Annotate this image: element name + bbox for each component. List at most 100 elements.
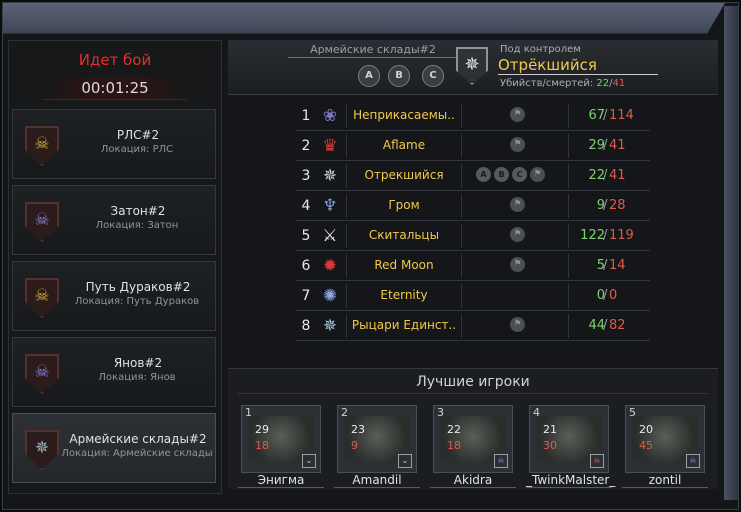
clan-name: Red Moon: [374, 258, 434, 272]
location-name: Армейские склады#2: [69, 432, 207, 446]
battles-panel: Идет бой 00:01:25 ☠ РЛС#2 Локация: РЛС ☠ Зат…: [8, 40, 222, 494]
clan-score: 29/41: [568, 134, 649, 158]
clan-shield: ☠: [25, 126, 59, 166]
clan-shield: ☠: [25, 278, 59, 318]
skull-icon: ☠: [34, 362, 50, 382]
player-name[interactable]: Amandil: [334, 473, 420, 488]
clan-rank: 2: [301, 138, 311, 154]
clan-row[interactable]: 5 ⚔ Скитальцы ⚑ 122/119: [296, 222, 650, 251]
point-c-icon: C: [422, 65, 444, 87]
clan-row[interactable]: 1 ❀ Неприкасаемы.. ⚑ 67/114: [296, 102, 650, 131]
battle-location-item[interactable]: ☠ Затон#2 Локация: Затон: [12, 185, 216, 255]
clan-rank: 4: [301, 198, 311, 214]
point-c-icon: C: [512, 167, 527, 182]
player-name[interactable]: _TwinkMalster_: [526, 473, 615, 488]
skull-icon: ☠: [34, 286, 50, 306]
score-slash: /: [603, 168, 608, 183]
kd-label: Убийств/смертей:: [500, 78, 594, 89]
clan-deaths: 41: [609, 168, 626, 183]
capture-points: A B C ⚑: [476, 167, 548, 185]
player-name[interactable]: zontil: [622, 473, 708, 488]
capture-points: ⚑: [510, 137, 528, 155]
divider: [238, 393, 708, 394]
window-edge: [724, 6, 738, 500]
demon-icon: ♛: [322, 136, 338, 156]
clan-score: 122/119: [568, 224, 649, 248]
clan-deaths: 14: [609, 258, 626, 273]
clan-score: 9/28: [568, 194, 649, 218]
player-card[interactable]: 3 22 18 ☠: [433, 405, 513, 473]
controlling-clan-emblem: ✵: [456, 47, 488, 85]
clan-row[interactable]: 8 ✵ Рыцари Единст.. ⚑ 44/82: [296, 312, 650, 341]
clan-score: 44/82: [568, 314, 649, 338]
player-card[interactable]: 4 21 30 ☠: [529, 405, 609, 473]
player-deaths: 30: [543, 439, 557, 452]
score-slash: /: [603, 198, 608, 213]
clan-row[interactable]: 7 ✺ Eternity 0/0: [296, 282, 650, 311]
clan-row[interactable]: 4 ♆ Гром ⚑ 9/28: [296, 192, 650, 221]
clan-deaths: 0: [609, 288, 618, 303]
clan-deaths: 28: [609, 198, 626, 213]
score-slash: /: [603, 258, 608, 273]
point-a-icon: A: [476, 167, 491, 182]
clan-deaths: 114: [609, 108, 634, 123]
player-name[interactable]: Akidra: [430, 473, 516, 488]
location-name: РЛС#2: [116, 128, 160, 142]
clan-row[interactable]: 2 ♛ Aflame ⚑ 29/41: [296, 132, 650, 161]
clan-name-cell: Рыцари Единст..: [346, 314, 462, 338]
skull-icon: ☠: [686, 454, 700, 468]
player-kills: 20: [639, 423, 653, 436]
battle-timer: 00:01:25: [43, 77, 187, 100]
battle-location-item[interactable]: ☠ РЛС#2 Локация: РЛС: [12, 109, 216, 179]
player-card[interactable]: 1 29 18 ⌄: [241, 405, 321, 473]
clan-score: 22/41: [568, 164, 649, 188]
capture-points: ⚑: [510, 227, 528, 245]
score-slash: /: [603, 138, 608, 153]
player-card[interactable]: 5 20 45 ☠: [625, 405, 705, 473]
lotus-icon: ❀: [322, 106, 338, 126]
clan-name-cell: Red Moon: [346, 254, 462, 278]
score-slash: /: [603, 108, 608, 123]
capture-points: ⚑: [510, 317, 528, 335]
compass-icon: ✵: [34, 438, 50, 458]
location-name: Затон#2: [110, 204, 166, 218]
location-name: Янов#2: [113, 356, 163, 370]
clan-name: Скитальцы: [368, 228, 440, 242]
wings-icon: ♆: [322, 196, 338, 216]
clan-row[interactable]: 3 ✵ Отрекшийся A B C ⚑ 22/41: [296, 162, 650, 191]
clan-name: Aflame: [382, 138, 426, 152]
location-subtitle: Локация: Путь Дураков: [74, 296, 200, 307]
clan-name: Отрекшийся: [364, 168, 444, 182]
score-slash: /: [603, 288, 608, 303]
score-slash: /: [603, 318, 608, 333]
battle-location-item[interactable]: ☠ Янов#2 Локация: Янов: [12, 337, 216, 407]
point-a-icon: A: [358, 65, 380, 87]
battle-location-item[interactable]: ☠ Путь Дураков#2 Локация: Путь Дураков: [12, 261, 216, 331]
title-bar: [3, 3, 725, 34]
player-card[interactable]: 2 23 9 ⌄: [337, 405, 417, 473]
clan-deaths: 82: [609, 318, 626, 333]
clan-deaths: 41: [609, 138, 626, 153]
clan-score: 5/14: [568, 254, 649, 278]
player-kills: 21: [543, 423, 557, 436]
flag-icon: ⚑: [510, 197, 525, 212]
player-name[interactable]: Энигма: [238, 473, 324, 488]
clan-deaths: 119: [609, 228, 634, 243]
clan-rank: 8: [301, 318, 311, 334]
flag-icon: ⚑: [530, 167, 545, 182]
location-subtitle: Локация: Затон: [95, 220, 179, 231]
clan-shield: ✵: [25, 430, 59, 470]
control-header: Армейские склады#2 A B C ✵ Под контролем…: [228, 40, 718, 95]
battle-location-item[interactable]: ✵ Армейские склады#2 Локация: Армейские ск…: [12, 413, 216, 483]
control-label: Под контролем: [500, 44, 581, 55]
clan-rank: 1: [301, 108, 311, 124]
clan-name: Eternity: [380, 288, 428, 302]
crossed-swords-icon: ⚔: [322, 226, 338, 246]
clan-name: Гром: [388, 198, 420, 212]
clan-kills: 122: [580, 228, 605, 243]
clan-row[interactable]: 6 ✹ Red Moon ⚑ 5/14: [296, 252, 650, 281]
location-subtitle: Локация: РЛС: [100, 144, 174, 155]
clan-rank: 7: [301, 288, 311, 304]
score-slash: /: [603, 228, 608, 243]
best-players-title: Лучшие игроки: [416, 374, 530, 390]
